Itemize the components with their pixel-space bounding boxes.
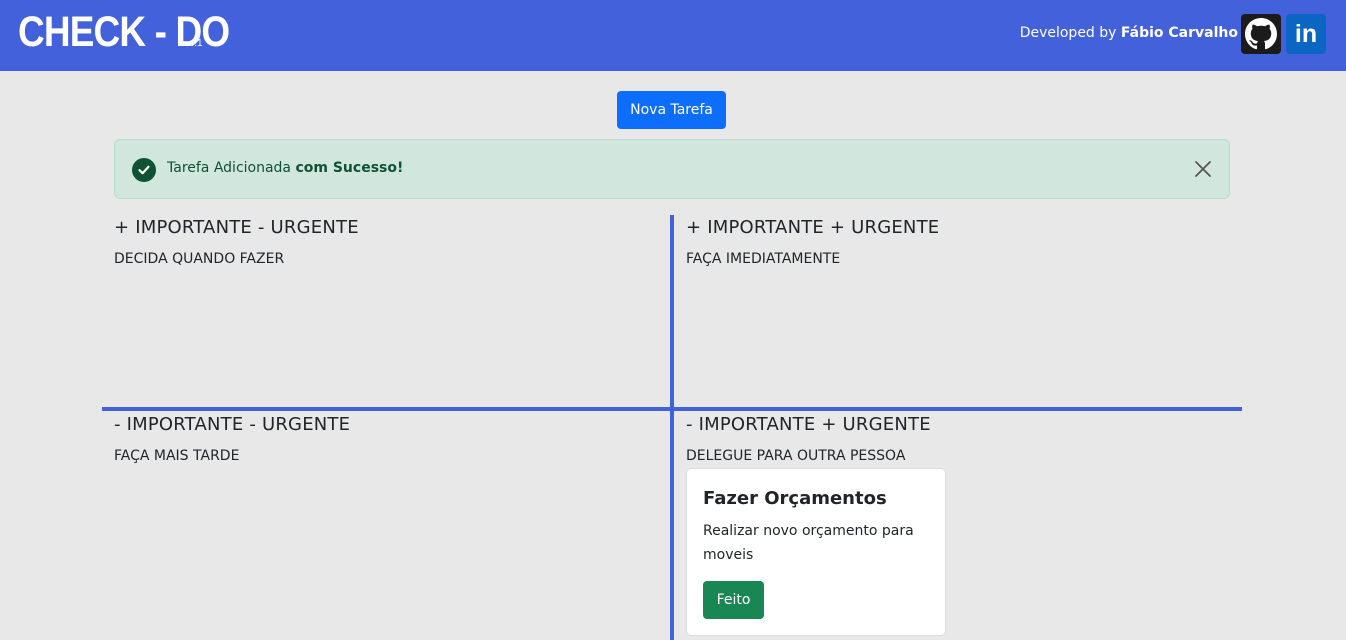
app-logo: CHECK - DO — [18, 8, 230, 56]
matrix-horizontal-divider — [102, 407, 1242, 411]
developer-credit: Developed by Fábio Carvalho — [1020, 25, 1238, 41]
linkedin-icon: in — [1294, 19, 1318, 48]
github-link[interactable] — [1241, 14, 1281, 54]
task-done-button[interactable]: Feito — [703, 581, 764, 619]
quadrant-2-subtitle: FAÇA IMEDIATAMENTE — [686, 251, 841, 267]
alert-message-bold: com Sucesso! — [295, 160, 404, 176]
task-title: Fazer Orçamentos — [703, 488, 887, 509]
quadrant-1-title: + IMPORTANTE - URGENTE — [114, 217, 359, 238]
credit-prefix: Developed by — [1019, 25, 1121, 41]
app-header: CHECK - DO v.1 Developed by Fábio Carval… — [0, 0, 1346, 71]
github-icon — [1245, 18, 1277, 50]
quadrant-2-title: + IMPORTANTE + URGENTE — [686, 217, 940, 238]
alert-message-prefix: Tarefa Adicionada — [167, 160, 296, 176]
app-version: v.1 — [190, 38, 203, 49]
task-card: Fazer Orçamentos Realizar novo orçamento… — [686, 468, 946, 636]
alert-message: Tarefa Adicionada com Sucesso! — [167, 160, 403, 176]
quadrant-4-title: - IMPORTANTE + URGENTE — [686, 414, 931, 435]
close-icon[interactable] — [1191, 157, 1215, 181]
developer-name: Fábio Carvalho — [1120, 25, 1238, 41]
matrix-vertical-divider — [670, 215, 674, 640]
quadrant-4-subtitle: DELEGUE PARA OUTRA PESSOA — [686, 448, 906, 464]
quadrant-3-title: - IMPORTANTE - URGENTE — [114, 414, 351, 435]
new-task-button[interactable]: Nova Tarefa — [617, 91, 726, 129]
success-alert: Tarefa Adicionada com Sucesso! — [114, 139, 1230, 199]
check-circle-icon — [132, 158, 156, 182]
quadrant-1-subtitle: DECIDA QUANDO FAZER — [114, 251, 285, 267]
task-description: Realizar novo orçamento para moveis — [703, 523, 914, 563]
linkedin-link[interactable]: in — [1286, 14, 1326, 54]
quadrant-3-subtitle: FAÇA MAIS TARDE — [114, 448, 240, 464]
